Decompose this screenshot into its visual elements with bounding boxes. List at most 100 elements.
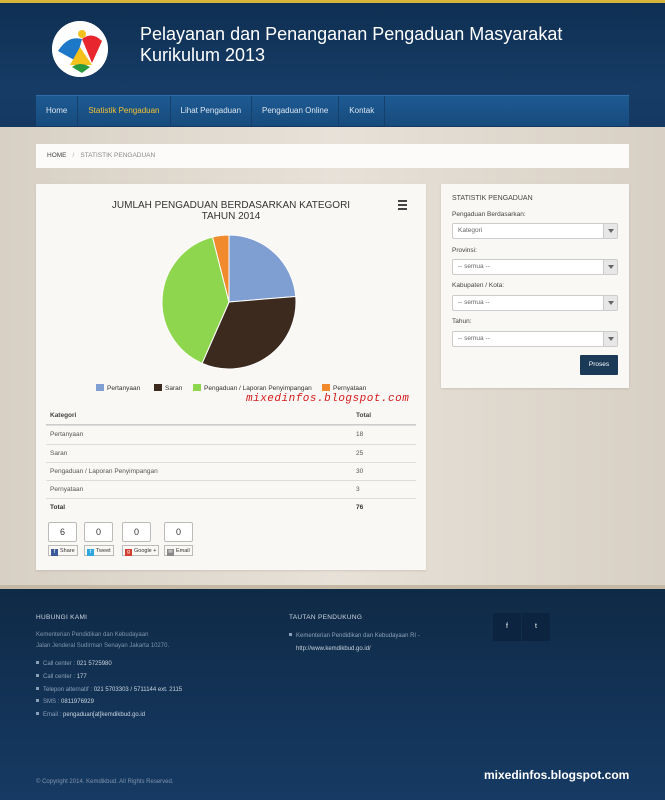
table-total-row: Total 76 [46, 498, 416, 516]
contact-label: Email : [43, 712, 64, 719]
email-icon [36, 712, 39, 716]
nav-home[interactable]: Home [36, 96, 79, 126]
chevron-down-icon [603, 296, 617, 310]
logo-icon [52, 21, 108, 77]
field-label-provinsi: Provinsi: [452, 247, 477, 254]
nav-statistik-pengaduan[interactable]: Statistik Pengaduan [78, 96, 171, 126]
select-value: -- semua -- [458, 335, 490, 342]
legend-label: Saran [165, 385, 183, 392]
proses-button[interactable]: Proses [580, 355, 618, 375]
nav-pengaduan-online[interactable]: Pengaduan Online [252, 96, 340, 126]
share-count: 0 [122, 522, 151, 542]
phone-icon [36, 661, 39, 664]
table-row: Pengaduan / Laporan Penyimpangan 30 [46, 461, 416, 480]
legend-label: Pengaduan / Laporan Penyimpangan [204, 385, 312, 392]
links-heading: TAUTAN PENDUKUNG [289, 614, 363, 621]
field-label-kabupaten: Kabupaten / Kota: [452, 282, 505, 289]
provinsi-select[interactable]: -- semua -- [452, 259, 618, 275]
nav-lihat-pengaduan[interactable]: Lihat Pengaduan [171, 96, 253, 126]
select-value: Kategori [458, 227, 483, 234]
link-url: http://www.kemdikbud.go.id/ [296, 646, 371, 652]
share-google-plus: 0 g Google + [122, 522, 160, 556]
facebook-share-button[interactable]: f Share [48, 545, 78, 556]
twitter-icon: t [87, 549, 94, 556]
share-email: 0 ✉ Email [164, 522, 193, 556]
filter-panel: STATISTIK PENGADUAN Pengaduan Berdasarka… [441, 184, 629, 388]
contact-value: 021 5703303 / 5711144 ext. 2115 [93, 686, 183, 693]
contact-label: Call center : [43, 661, 77, 667]
kabupaten-kota-select[interactable]: -- semua -- [452, 295, 618, 311]
breadcrumb-home[interactable]: HOME [47, 152, 67, 159]
pie-slice-pertanyaan[interactable] [228, 234, 297, 303]
select-value: -- semua -- [458, 299, 490, 306]
chart-title-line1: JUMLAH PENGADUAN BERDASARKAN KATEGORI [111, 200, 351, 211]
phone-icon [36, 686, 39, 690]
statistics-table: Kategori Total Pertanyaan 18 Saran 25 Pe… [46, 407, 416, 517]
legend-item-pernyataan[interactable]: Pernyataan [322, 384, 366, 392]
cell-total: 25 [356, 449, 364, 457]
contact-item: Call center : 021 5725980 [36, 658, 182, 671]
watermark-overlay: mixedinfos.blogspot.com [246, 393, 410, 405]
legend-label: Pernyataan [333, 385, 367, 392]
google-plus-button[interactable]: g Google + [122, 545, 160, 556]
contact-item: Telepon alternatif : 021 5703303 / 57111… [36, 684, 182, 697]
share-label: Google + [134, 548, 157, 554]
breadcrumb: HOME / STATISTIK PENGADUAN [36, 144, 629, 168]
share-count: 0 [164, 522, 193, 542]
site-watermark: mixedinfos.blogspot.com [484, 768, 630, 782]
cell-kategori: Pertanyaan [50, 431, 84, 439]
chart-panel: JUMLAH PENGADUAN BERDASARKAN KATEGORI TA… [36, 184, 426, 570]
twitter-social-button[interactable]: t [522, 613, 550, 641]
header-kategori: Kategori [50, 412, 77, 419]
select-value: -- semua -- [458, 263, 490, 270]
chevron-down-icon [603, 224, 617, 238]
chevron-down-icon [603, 332, 617, 346]
share-label: Share [60, 548, 75, 554]
field-label-tahun: Tahun: [452, 318, 472, 325]
tahun-select[interactable]: -- semua -- [452, 331, 618, 347]
facebook-social-button[interactable]: f [493, 613, 521, 641]
table-row: Pernyataan 3 [46, 480, 416, 498]
chevron-down-icon [603, 260, 617, 274]
kemdikbud-link[interactable]: Kementerian Pendidikan dan Kebudayaan RI… [289, 630, 420, 656]
contact-value: pengaduan[at]kemdikbud.go.id [63, 712, 146, 719]
contact-label: Telepon alternatif : [43, 686, 94, 693]
contact-value: 021 5725980 [76, 661, 112, 667]
breadcrumb-current: STATISTIK PENGADUAN [80, 152, 156, 159]
filter-panel-title: STATISTIK PENGADUAN [452, 195, 533, 202]
legend-item-pertanyaan[interactable]: Pertanyaan [96, 384, 140, 392]
contact-label: SMS : [43, 699, 62, 706]
nav-kontak[interactable]: Kontak [339, 96, 386, 126]
bullet-icon [289, 633, 292, 636]
legend-item-pengaduan[interactable]: Pengaduan / Laporan Penyimpangan [193, 384, 312, 392]
legend-swatch [193, 384, 201, 391]
share-count: 0 [84, 522, 113, 542]
header-total: Total [356, 412, 372, 419]
twitter-tweet-button[interactable]: t Tweet [84, 545, 114, 556]
contact-item[interactable]: Email : pengaduan[at]kemdikbud.go.id [36, 709, 182, 722]
legend-item-saran[interactable]: Saran [154, 384, 182, 392]
table-row: Pertanyaan 18 [46, 425, 416, 443]
site-footer: HUBUNGI KAMI Kementerian Pendidikan dan … [0, 589, 665, 800]
cell-kategori: Pernyataan [50, 486, 84, 494]
email-icon: ✉ [167, 549, 174, 556]
pie-chart [161, 234, 297, 370]
chart-menu-icon[interactable] [398, 200, 410, 210]
share-twitter: 0 t Tweet [84, 522, 114, 556]
main-nav: Home Statistik Pengaduan Lihat Pengaduan… [36, 95, 629, 126]
contact-item: SMS : 0811976929 [36, 696, 182, 709]
kurikulum-logo[interactable] [52, 21, 108, 77]
pengaduan-berdasarkan-select[interactable]: Kategori [452, 223, 618, 239]
sms-icon [36, 699, 39, 703]
contact-list: Call center : 021 5725980 Call center : … [36, 658, 182, 722]
address-line: Kementerian Pendidikan dan Kebudayaan [36, 632, 149, 638]
chart-title-line2: TAHUN 2014 [201, 211, 261, 222]
cell-total: 3 [356, 486, 360, 494]
contact-label: Call center : [43, 673, 77, 680]
table-row: Saran 25 [46, 443, 416, 462]
email-share-button[interactable]: ✉ Email [164, 545, 193, 556]
legend-swatch [96, 384, 104, 391]
legend-label: Pertanyaan [107, 385, 141, 392]
share-count: 6 [48, 522, 77, 542]
phone-icon [36, 673, 39, 677]
